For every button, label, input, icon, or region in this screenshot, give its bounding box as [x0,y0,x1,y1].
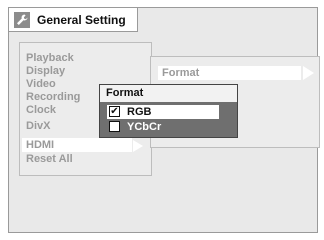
option-label-ycbcr: YCbCr [127,121,162,133]
title-bar: General Setting [8,7,138,32]
format-popup: Format ✔ RGB YCbCr [99,84,238,138]
menu-item-playback[interactable]: Playback [26,52,74,64]
menu-item-video[interactable]: Video [26,78,56,90]
menu-item-divx[interactable]: DivX [26,120,50,132]
checkbox-checked-icon[interactable]: ✔ [109,106,120,117]
option-rgb[interactable]: ✔ RGB [107,105,219,119]
menu-item-clock[interactable]: Clock [26,104,56,116]
page-title: General Setting [37,13,126,27]
menu-item-recording[interactable]: Recording [26,91,80,103]
submenu-item-format[interactable]: Format [162,67,199,79]
submenu-arrow-right-icon [303,66,314,80]
menu-item-hdmi[interactable]: HDMI [26,139,54,151]
popup-title: Format [106,87,144,99]
menu-item-reset-all[interactable]: Reset All [26,153,73,165]
option-label-rgb: RGB [127,106,152,118]
menu-item-display[interactable]: Display [26,65,65,77]
menu-arrow-right-icon [133,140,143,152]
checkbox-unchecked-icon[interactable] [109,121,120,132]
wrench-icon [14,12,30,28]
popup-header: Format [100,85,237,102]
option-ycbcr[interactable]: YCbCr [107,120,219,134]
